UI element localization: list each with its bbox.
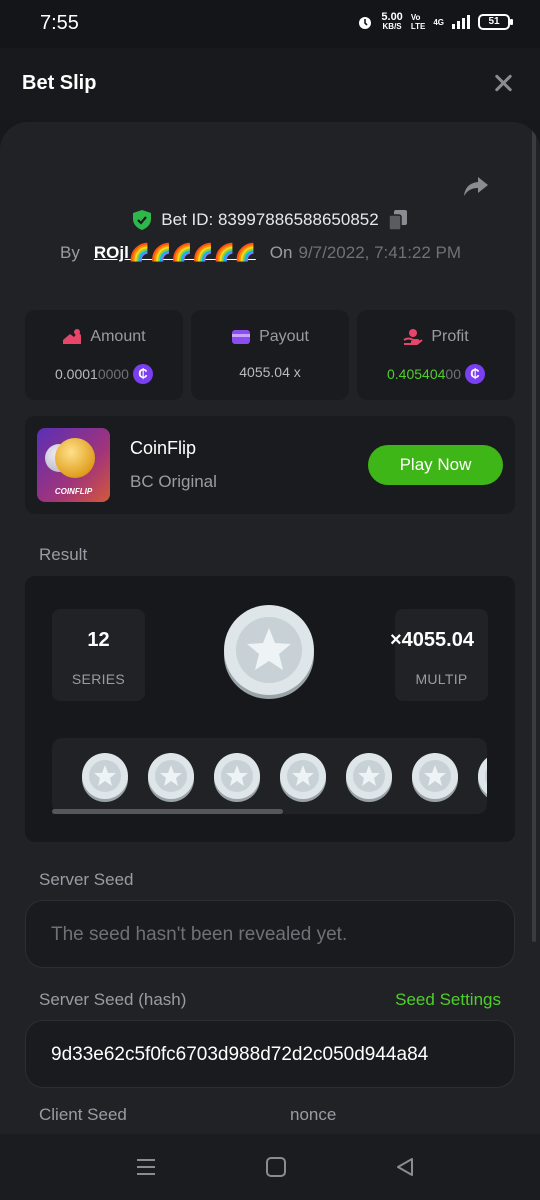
history-coin-icon — [82, 753, 128, 802]
history-coin-icon — [280, 753, 326, 802]
coin-icon: ₵ — [132, 364, 153, 384]
share-icon[interactable] — [462, 172, 490, 200]
history-coin-icon — [346, 753, 392, 802]
back-icon[interactable] — [394, 1156, 416, 1178]
server-seed-hash-field[interactable]: 9d33e62c5f0fc6703d988d72d2c050d944a84 — [25, 1020, 515, 1088]
battery-icon: 51 — [478, 14, 513, 30]
amount-card: Amount 0.0001 0000 ₵ — [25, 310, 183, 400]
bet-slip-panel: Bet ID: 83997886588650852 By ROjl🌈🌈🌈🌈🌈🌈 … — [0, 122, 540, 1134]
silver-coin-icon — [224, 605, 314, 699]
nonce-label: nonce — [290, 1105, 337, 1124]
signal-icon — [452, 15, 470, 29]
amount-icon — [63, 329, 82, 344]
volte-indicator: Vo LTE — [410, 13, 426, 31]
game-thumbnail[interactable]: COINFLIP — [37, 428, 110, 502]
close-icon[interactable] — [492, 72, 514, 94]
server-seed-hash-label: Server Seed (hash) — [39, 990, 187, 1009]
shield-check-icon — [133, 210, 152, 230]
play-now-button[interactable]: Play Now — [368, 445, 503, 485]
payout-card: Payout 4055.04 x — [191, 310, 349, 400]
scrollbar[interactable] — [532, 122, 536, 942]
bet-date: 9/7/2022, 7:41:22 PM — [298, 243, 462, 262]
multiplier-card: ×4055.04 MULTIP — [390, 609, 488, 701]
game-card: COINFLIP CoinFlip BC Original Play Now — [25, 416, 515, 514]
server-seed-label: Server Seed — [39, 870, 134, 889]
network-type: 4G — [433, 17, 444, 27]
on-label: On — [269, 243, 293, 262]
series-card: 12 SERIES — [52, 609, 145, 701]
home-icon[interactable] — [265, 1156, 287, 1178]
bet-meta-row: By ROjl🌈🌈🌈🌈🌈🌈 On 9/7/2022, 7:41:22 PM — [60, 243, 461, 263]
client-seed-label: Client Seed — [39, 1105, 127, 1124]
game-name: CoinFlip — [130, 438, 197, 458]
status-icons: 5.00 KB/S Vo LTE 4G 51 — [357, 11, 513, 32]
history-coin-icon — [214, 753, 260, 802]
bet-id-row: Bet ID: 83997886588650852 — [0, 210, 540, 230]
coin-history-strip[interactable] — [52, 738, 487, 814]
system-nav-bar — [0, 1134, 540, 1200]
history-coin-icon — [412, 753, 458, 802]
network-speed: 5.00 KB/S — [381, 11, 403, 32]
copy-icon[interactable] — [388, 210, 407, 230]
status-bar: 7:55 5.00 KB/S Vo LTE 4G 51 — [0, 0, 540, 48]
page-title: Bet Slip — [22, 72, 97, 94]
result-box: 12 SERIES ×4055.04 MULTIP — [25, 576, 515, 842]
history-coin-icon — [478, 757, 487, 798]
payout-wallet-icon — [232, 330, 251, 344]
menu-icon[interactable] — [135, 1156, 157, 1178]
profit-card: Profit 0.405404 00 ₵ — [357, 310, 515, 400]
alarm-icon — [359, 17, 372, 29]
strip-scrollbar[interactable] — [52, 809, 283, 814]
server-seed-field[interactable]: The seed hasn't been revealed yet. — [25, 900, 515, 968]
bet-id: Bet ID: 83997886588650852 — [161, 210, 379, 229]
status-time: 7:55 — [40, 12, 79, 34]
coin-icon: ₵ — [464, 364, 485, 384]
username-link[interactable]: ROjl🌈🌈🌈🌈🌈🌈 — [94, 243, 256, 263]
seed-settings-link[interactable]: Seed Settings — [395, 990, 501, 1010]
history-coin-icon — [148, 753, 194, 802]
result-label: Result — [39, 545, 88, 564]
header: Bet Slip — [0, 48, 540, 120]
by-label: By — [60, 243, 80, 262]
game-subtitle: BC Original — [130, 472, 217, 491]
profit-icon — [403, 329, 423, 345]
